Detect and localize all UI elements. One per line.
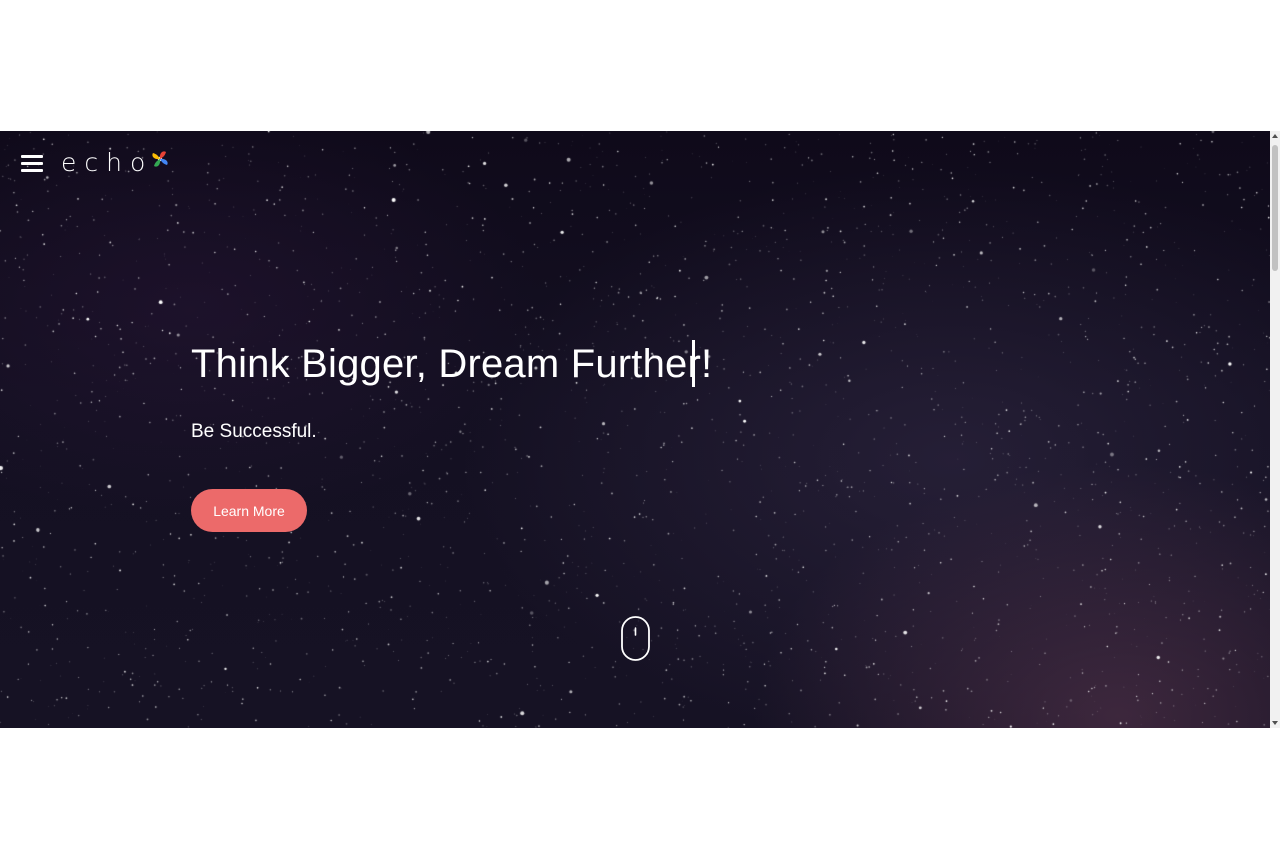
hero-subtitle: Be Successful. (191, 421, 317, 442)
hamburger-menu-icon[interactable] (21, 154, 43, 172)
menu-bar-line (21, 169, 43, 172)
page-scrollbar[interactable] (1270, 131, 1280, 728)
hero-section: echo Think Bigger, Dream Further! Be Suc… (0, 131, 1270, 728)
pinwheel-logo-icon (152, 151, 168, 167)
mouse-scroll-icon[interactable] (621, 616, 650, 661)
scroll-down-arrow-icon[interactable] (1272, 721, 1278, 725)
browser-viewport: echo Think Bigger, Dream Further! Be Suc… (0, 131, 1280, 728)
typing-caret (692, 340, 695, 387)
scrollbar-thumb[interactable] (1272, 145, 1278, 271)
menu-bar-line (21, 162, 43, 165)
menu-bar-line (21, 155, 43, 158)
hero-headline: Think Bigger, Dream Further! (191, 342, 713, 386)
brand-name: echo (61, 147, 154, 177)
learn-more-button[interactable]: Learn More (191, 489, 307, 532)
brand-logo-link[interactable]: echo (61, 144, 171, 180)
scroll-up-arrow-icon[interactable] (1272, 134, 1278, 138)
